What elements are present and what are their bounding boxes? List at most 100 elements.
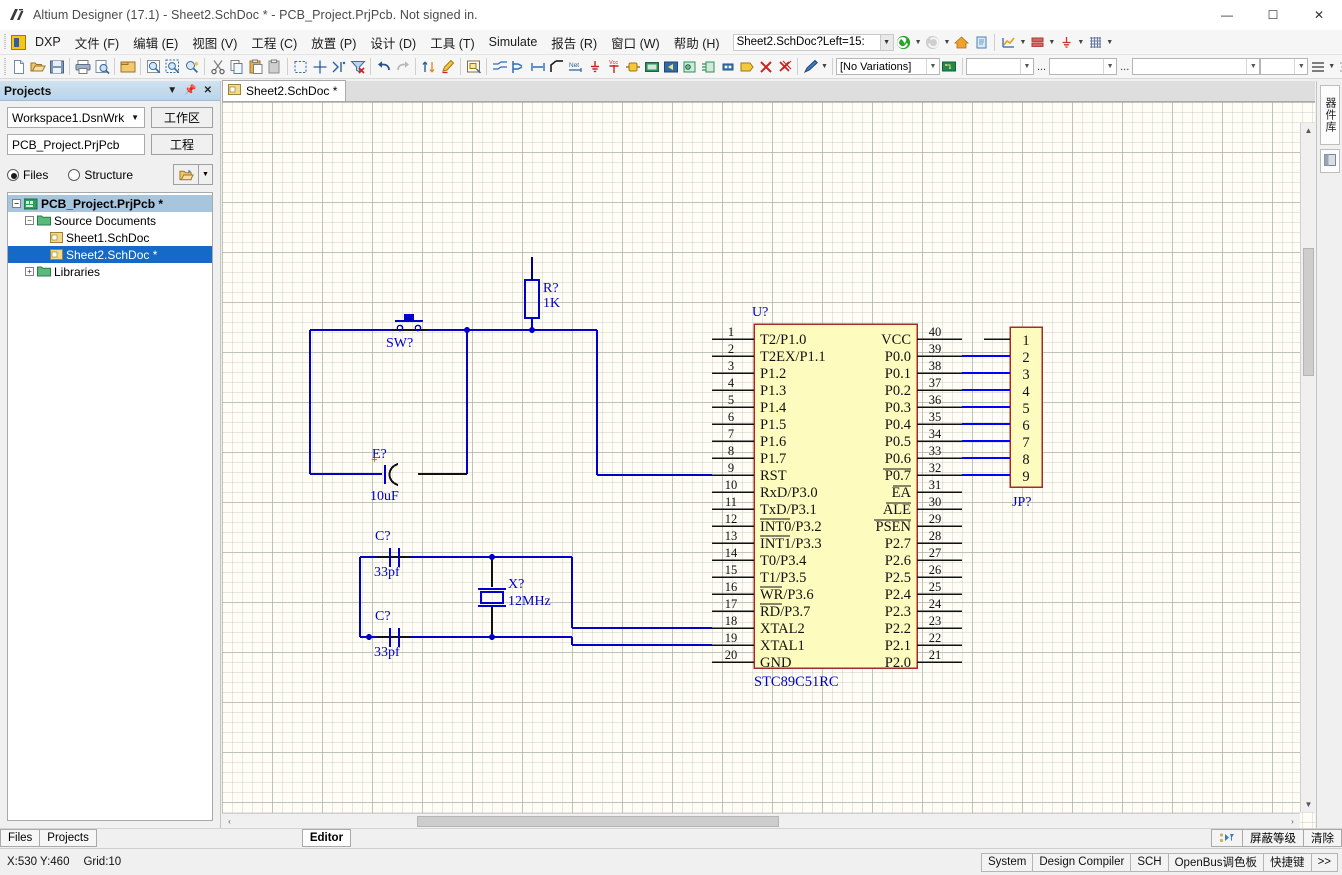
deselect-icon[interactable] — [329, 57, 348, 76]
radio-structure[interactable]: Structure — [68, 168, 133, 182]
ground-icon[interactable] — [1056, 33, 1076, 52]
mask-level-icon-button[interactable] — [1211, 829, 1243, 847]
variations-dropdown-icon[interactable]: ▼ — [925, 59, 939, 74]
clear-filter-icon[interactable] — [348, 57, 367, 76]
place-bus-entry-icon[interactable] — [528, 57, 547, 76]
place-harness-connector-icon[interactable] — [699, 57, 718, 76]
draw-line-dropdown-icon[interactable]: ▼ — [821, 63, 828, 70]
tree-expander[interactable]: − — [25, 216, 34, 225]
status-panel-more[interactable]: >> — [1310, 852, 1338, 872]
forward-icon[interactable] — [923, 33, 943, 52]
place-wire-icon[interactable] — [490, 57, 509, 76]
scroll-left-button[interactable]: ‹ — [222, 814, 237, 829]
address-dropdown-icon[interactable]: ▼ — [880, 33, 894, 51]
horizontal-scrollbar[interactable]: ‹ › — [222, 813, 1300, 829]
combo-4[interactable]: ▼ — [1260, 58, 1309, 75]
back-dropdown-icon[interactable]: ▼ — [915, 39, 922, 46]
menu-item-tools[interactable]: 工具 (T) — [423, 30, 481, 55]
hierarchy-icon[interactable] — [419, 57, 438, 76]
menu-item-project[interactable]: 工程 (C) — [244, 30, 304, 55]
browse-component-icon[interactable] — [464, 57, 483, 76]
dropdown-menu-icon[interactable]: ▼ — [167, 85, 177, 96]
status-panel-openbus-palette[interactable]: OpenBus调色板 — [1167, 852, 1265, 872]
layers-dropdown-icon[interactable]: ▼ — [1048, 39, 1055, 46]
layers-icon[interactable] — [1027, 33, 1047, 52]
tree-node-project[interactable]: − PCB_Project.PrjPcb * — [8, 195, 212, 212]
copy-icon[interactable] — [227, 57, 246, 76]
combo-3[interactable]: ▼ — [1132, 58, 1261, 75]
menu-item-view[interactable]: 视图 (V) — [185, 30, 244, 55]
home-icon[interactable] — [951, 33, 971, 52]
back-icon[interactable] — [894, 33, 914, 52]
address-input[interactable]: Sheet2.SchDoc?Left=15: — [732, 33, 881, 51]
tree-node-sheet2[interactable]: Sheet2.SchDoc * — [8, 246, 212, 263]
align-distribute-icon[interactable] — [1336, 57, 1342, 76]
new-document-icon[interactable] — [9, 57, 28, 76]
workspace-dropdown[interactable]: Workspace1.DsnWrk ▼ — [7, 107, 145, 128]
open-project-icon[interactable] — [118, 57, 137, 76]
move-icon[interactable] — [310, 57, 329, 76]
combo-1-browse-button[interactable]: ... — [1034, 61, 1049, 73]
horizontal-scroll-thumb[interactable] — [417, 816, 779, 827]
ground-dropdown-icon[interactable]: ▼ — [1077, 39, 1084, 46]
open-folder-dropdown-icon[interactable]: ▼ — [199, 164, 213, 185]
zoom-area-icon[interactable] — [144, 57, 163, 76]
undo-icon[interactable] — [374, 57, 393, 76]
tree-expander[interactable]: + — [25, 267, 34, 276]
pcb-board-icon[interactable] — [940, 57, 959, 76]
component-library-tab[interactable]: 器件库 — [1319, 85, 1340, 145]
draw-line-icon[interactable] — [801, 57, 820, 76]
select-area-icon[interactable] — [291, 57, 310, 76]
schematic-canvas[interactable]: R? 1K SW? E? + 10uF C? 33pf C? 33pf X? 1… — [222, 102, 1315, 829]
toolbar-grip-1[interactable] — [2, 57, 7, 76]
place-part-icon[interactable] — [623, 57, 642, 76]
page-icon[interactable] — [971, 33, 991, 52]
document-tab-sheet2[interactable]: Sheet2.SchDoc * — [222, 80, 347, 101]
status-panel-sch[interactable]: SCH — [1130, 852, 1169, 872]
rubber-stamp-icon[interactable] — [265, 57, 284, 76]
vertical-scroll-thumb[interactable] — [1302, 248, 1314, 376]
clear-button[interactable]: 清除 — [1303, 829, 1342, 847]
place-vcc-icon[interactable]: Vcc — [604, 57, 623, 76]
scroll-right-button[interactable]: › — [1285, 814, 1300, 829]
open-document-icon[interactable] — [28, 57, 47, 76]
combo-2[interactable]: ▼ — [1049, 58, 1118, 75]
tree-node-libraries[interactable]: + Libraries — [8, 263, 212, 280]
open-folder-icon[interactable] — [173, 164, 199, 185]
delete-all-no-erc-icon[interactable] — [775, 57, 794, 76]
vertical-scrollbar[interactable]: ▲ ▼ — [1300, 123, 1315, 812]
status-panel-shortcuts[interactable]: 快捷键 — [1263, 852, 1312, 872]
menu-item-edit[interactable]: 编辑 (E) — [126, 30, 185, 55]
menu-item-file[interactable]: 文件 (F) — [68, 30, 126, 55]
tree-node-source-documents[interactable]: − Source Documents — [8, 212, 212, 229]
scroll-down-button[interactable]: ▼ — [1301, 797, 1315, 812]
forward-dropdown-icon[interactable]: ▼ — [944, 39, 951, 46]
scroll-up-button[interactable]: ▲ — [1301, 123, 1315, 138]
combo-2-dropdown-icon[interactable]: ▼ — [1103, 59, 1116, 74]
place-port-icon[interactable] — [718, 57, 737, 76]
combo-1-dropdown-icon[interactable]: ▼ — [1019, 59, 1033, 74]
redo-icon[interactable] — [393, 57, 412, 76]
menu-item-help[interactable]: 帮助 (H) — [667, 30, 727, 55]
place-sheet-entry-icon[interactable] — [661, 57, 680, 76]
align-left-icon[interactable] — [1308, 57, 1327, 76]
bottom-tab-editor[interactable]: Editor — [301, 829, 352, 847]
pin-icon[interactable]: 📌 — [184, 85, 196, 96]
panel-tab-2[interactable] — [1319, 149, 1340, 173]
bottom-tab-projects[interactable]: Projects — [39, 829, 97, 847]
project-value-field[interactable]: PCB_Project.PrjPcb — [7, 134, 145, 155]
place-netlabel-icon[interactable]: Net — [566, 57, 585, 76]
radio-files[interactable]: Files — [7, 168, 48, 182]
print-preview-icon[interactable] — [92, 57, 111, 76]
place-device-sheet-icon[interactable] — [680, 57, 699, 76]
align-left-dropdown-icon[interactable]: ▼ — [1328, 63, 1335, 70]
maximize-button[interactable]: ☐ — [1250, 0, 1296, 30]
grid-dropdown-icon[interactable]: ▼ — [1106, 39, 1113, 46]
annotate-icon[interactable] — [438, 57, 457, 76]
project-button[interactable]: 工程 — [151, 134, 213, 155]
place-gnd-icon[interactable] — [585, 57, 604, 76]
variations-combo[interactable]: [No Variations] ▼ — [835, 58, 940, 75]
place-bus-icon[interactable] — [509, 57, 528, 76]
save-document-icon[interactable] — [47, 57, 66, 76]
close-button[interactable]: ✕ — [1296, 0, 1342, 30]
